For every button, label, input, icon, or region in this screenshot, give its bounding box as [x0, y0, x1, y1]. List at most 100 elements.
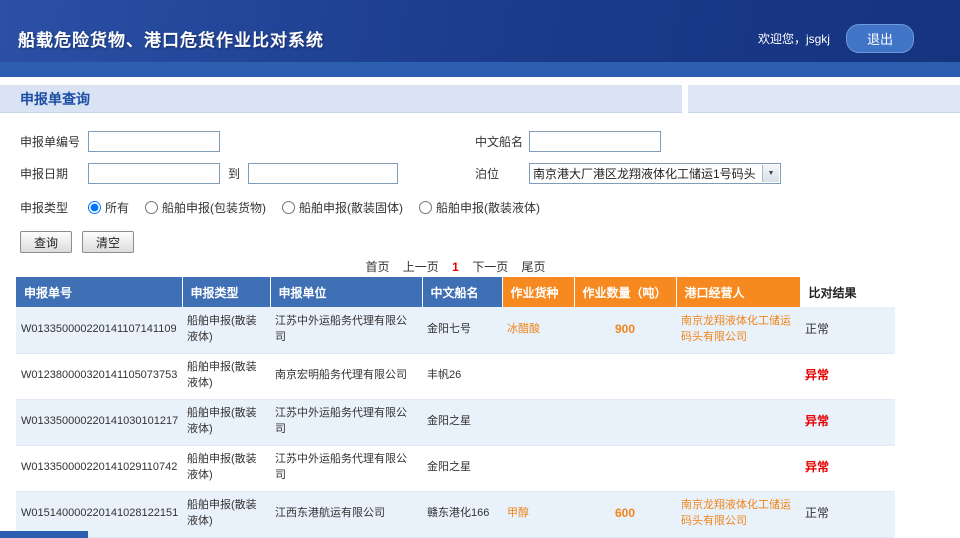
pagination: 首页 上一页 1 下一页 尾页: [16, 258, 895, 275]
radio-bulk-solid[interactable]: 船舶申报(散装固体): [282, 199, 403, 216]
cell-quantity: [574, 399, 676, 445]
bottom-partial-bar: [0, 531, 88, 538]
radio-packaged-input[interactable]: [145, 201, 158, 214]
logout-button[interactable]: 退出: [846, 24, 914, 53]
app-title: 船载危险货物、港口危货作业比对系统: [18, 26, 324, 51]
cell-result: 正常: [800, 307, 895, 353]
cell-quantity: 900: [574, 307, 676, 353]
table-row: W013350000220141029110742 船舶申报(散装液体) 江苏中…: [16, 445, 895, 491]
col-quantity: 作业数量（吨）: [574, 277, 676, 307]
cell-cargo: 冰醋酸: [502, 307, 574, 353]
declare-type-label: 申报类型: [20, 199, 88, 216]
cell-declaration-no: W013350000220141107141109: [16, 307, 182, 353]
cell-result: 异常: [800, 445, 895, 491]
declaration-no-label: 申报单编号: [20, 133, 88, 150]
cell-declare-unit: 江苏中外运船务代理有限公司: [270, 399, 422, 445]
col-declaration-no: 申报单号: [16, 277, 182, 307]
radio-bulk-liquid[interactable]: 船舶申报(散装液体): [419, 199, 540, 216]
cell-declare-type: 船舶申报(散装液体): [182, 491, 270, 537]
cell-ship-name: 金阳七号: [422, 307, 502, 353]
berth-selected-value: 南京港大厂港区龙翔液体化工储运1号码头: [533, 165, 756, 182]
radio-all-input[interactable]: [88, 201, 101, 214]
nav-strip: [0, 62, 960, 77]
cell-cargo: [502, 445, 574, 491]
cell-quantity: [574, 353, 676, 399]
radio-bulk-liquid-input[interactable]: [419, 201, 432, 214]
radio-all[interactable]: 所有: [88, 199, 129, 216]
declaration-no-input[interactable]: [88, 131, 220, 152]
col-declare-unit: 申报单位: [270, 277, 422, 307]
clear-button[interactable]: 清空: [82, 231, 134, 253]
app-window: 船载危险货物、港口危货作业比对系统 欢迎您，jsgkj 退出 申报单查询 申报单…: [0, 0, 960, 538]
query-button[interactable]: 查询: [20, 231, 72, 253]
cell-result: 异常: [800, 399, 895, 445]
pagination-next[interactable]: 下一页: [472, 260, 508, 274]
top-header: 船载危险货物、港口危货作业比对系统 欢迎您，jsgkj 退出: [0, 0, 960, 62]
form-buttons-row: 查询 清空: [20, 231, 940, 253]
dropdown-arrow-icon[interactable]: ▼: [762, 165, 779, 182]
cell-quantity: 600: [574, 491, 676, 537]
col-declare-type: 申报类型: [182, 277, 270, 307]
berth-select[interactable]: 南京港大厂港区龙翔液体化工储运1号码头 ▼: [529, 163, 781, 184]
cell-declare-type: 船舶申报(散装液体): [182, 307, 270, 353]
cell-result: 异常: [800, 353, 895, 399]
cell-declaration-no: W013350000220141029110742: [16, 445, 182, 491]
cell-declare-unit: 江苏中外运船务代理有限公司: [270, 445, 422, 491]
radio-packaged-label: 船舶申报(包装货物): [162, 199, 266, 216]
col-result: 比对结果: [800, 277, 895, 307]
table-row: W015140000220141028122151 船舶申报(散装液体) 江西东…: [16, 491, 895, 537]
pagination-first[interactable]: 首页: [365, 260, 389, 274]
cell-declare-unit: 南京宏明船务代理有限公司: [270, 353, 422, 399]
cell-ship-name: 丰帆26: [422, 353, 502, 399]
cell-declaration-no: W012380000320141105073753: [16, 353, 182, 399]
cell-ship-name: 金阳之星: [422, 399, 502, 445]
ship-name-label: 中文船名: [475, 133, 529, 150]
cell-declare-type: 船舶申报(散装液体): [182, 445, 270, 491]
cell-result: 正常: [800, 491, 895, 537]
date-to-separator: 到: [228, 165, 240, 182]
form-row-1: 申报单编号 中文船名: [20, 131, 940, 152]
table-row: W013350000220141107141109 船舶申报(散装液体) 江苏中…: [16, 307, 895, 353]
date-to-input[interactable]: [248, 163, 398, 184]
section-bar: 申报单查询: [0, 85, 960, 113]
cell-operator: [676, 353, 800, 399]
radio-packaged[interactable]: 船舶申报(包装货物): [145, 199, 266, 216]
cell-declare-type: 船舶申报(散装液体): [182, 353, 270, 399]
pagination-last[interactable]: 尾页: [522, 260, 546, 274]
table-row: W013350000220141030101217 船舶申报(散装液体) 江苏中…: [16, 399, 895, 445]
cell-cargo: [502, 353, 574, 399]
pagination-current-page: 1: [452, 260, 459, 274]
col-operator: 港口经营人: [676, 277, 800, 307]
welcome-text: 欢迎您，jsgkj: [758, 30, 830, 47]
radio-bulk-solid-label: 船舶申报(散装固体): [299, 199, 403, 216]
cell-declare-unit: 江西东港航运有限公司: [270, 491, 422, 537]
table-header-row: 申报单号 申报类型 申报单位 中文船名 作业货种 作业数量（吨） 港口经营人 比…: [16, 277, 895, 307]
cell-declaration-no: W013350000220141030101217: [16, 399, 182, 445]
cell-operator: 南京龙翔液体化工储运码头有限公司: [676, 307, 800, 353]
radio-bulk-liquid-label: 船舶申报(散装液体): [436, 199, 540, 216]
form-row-3: 申报类型 所有 船舶申报(包装货物) 船舶申报(散装固体) 船舶申报(散装液体): [20, 199, 940, 216]
cell-declare-unit: 江苏中外运船务代理有限公司: [270, 307, 422, 353]
section-bar-right: [688, 85, 960, 113]
cell-cargo: [502, 399, 574, 445]
cell-quantity: [574, 445, 676, 491]
radio-all-label: 所有: [105, 199, 129, 216]
section-title-area: 申报单查询: [0, 85, 682, 113]
header-user-area: 欢迎您，jsgkj 退出: [758, 24, 914, 53]
cell-operator: [676, 445, 800, 491]
date-label: 申报日期: [20, 165, 88, 182]
ship-name-input[interactable]: [529, 131, 661, 152]
form-row-2: 申报日期 到 泊位 南京港大厂港区龙翔液体化工储运1号码头 ▼: [20, 163, 940, 184]
pagination-prev[interactable]: 上一页: [403, 260, 439, 274]
date-from-input[interactable]: [88, 163, 220, 184]
berth-label: 泊位: [475, 165, 529, 182]
cell-operator: [676, 399, 800, 445]
col-ship-name: 中文船名: [422, 277, 502, 307]
radio-bulk-solid-input[interactable]: [282, 201, 295, 214]
page-title: 申报单查询: [20, 89, 90, 109]
cell-operator: 南京龙翔液体化工储运码头有限公司: [676, 491, 800, 537]
col-cargo: 作业货种: [502, 277, 574, 307]
berth-group: 泊位 南京港大厂港区龙翔液体化工储运1号码头 ▼: [475, 163, 781, 184]
results-table: 申报单号 申报类型 申报单位 中文船名 作业货种 作业数量（吨） 港口经营人 比…: [16, 277, 895, 538]
cell-ship-name: 金阳之星: [422, 445, 502, 491]
